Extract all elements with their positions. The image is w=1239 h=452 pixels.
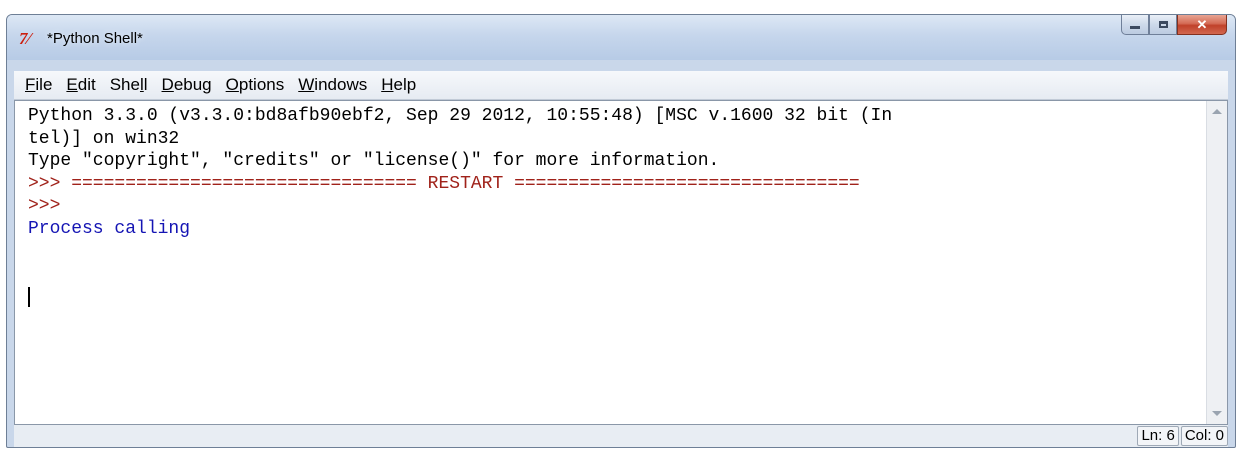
line-indicator: Ln: 6 <box>1137 426 1179 446</box>
menu-debug[interactable]: Debug <box>155 71 219 99</box>
maximize-icon <box>1158 21 1168 28</box>
menu-file[interactable]: File <box>18 71 59 99</box>
banner-line-2: tel)] on win32 <box>28 128 180 149</box>
maximize-button[interactable] <box>1149 15 1177 35</box>
shell-lines: Python 3.3.0 (v3.3.0:bd8afb90ebf2, Sep 2… <box>28 105 1187 307</box>
minimize-icon <box>1130 26 1140 29</box>
cursor-line <box>28 240 1187 307</box>
text-cursor <box>28 287 30 307</box>
window-controls: ✕ <box>1121 15 1227 37</box>
column-indicator: Col: 0 <box>1180 426 1228 446</box>
menu-bar: File Edit She l l Debug Options Windows He… <box>14 71 1228 100</box>
vertical-scrollbar[interactable] <box>1206 101 1227 424</box>
scroll-up-icon <box>1211 109 1222 114</box>
idle-icon: 7⁄ <box>19 29 31 48</box>
scroll-down-button[interactable] <box>1208 405 1225 422</box>
shell-text-area[interactable]: Python 3.3.0 (v3.3.0:bd8afb90ebf2, Sep 2… <box>14 100 1228 425</box>
menu-shell-label-start: She <box>109 75 140 94</box>
prompt-line: >>> <box>28 196 61 216</box>
menu-debug-label: ebug <box>173 75 212 94</box>
close-icon: ✕ <box>1196 16 1208 32</box>
scroll-up-button[interactable] <box>1208 103 1225 120</box>
menu-options[interactable]: Options <box>219 71 292 99</box>
menu-edit[interactable]: Edit <box>59 71 102 99</box>
menu-file-label: ile <box>35 75 53 94</box>
banner-line-3: Type "copyright", "credits" or "license(… <box>28 151 720 171</box>
scroll-down-icon <box>1211 411 1222 416</box>
menu-options-hotkey: O <box>225 75 239 94</box>
menu-help[interactable]: Help <box>374 71 423 99</box>
restart-line: >>> ================================ RES… <box>28 173 860 194</box>
banner-line-1: Python 3.3.0 (v3.3.0:bd8afb90ebf2, Sep 2… <box>28 106 893 126</box>
menu-windows-label: indows <box>314 75 368 94</box>
menu-file-hotkey: F <box>25 75 36 94</box>
menu-shell-label-end: l <box>143 75 148 94</box>
close-button[interactable]: ✕ <box>1177 15 1227 35</box>
minimize-button[interactable] <box>1121 15 1149 35</box>
menu-debug-hotkey: D <box>161 75 174 94</box>
menu-options-label: ptions <box>238 75 285 94</box>
menu-edit-hotkey: E <box>66 75 78 94</box>
window-title: *Python Shell* <box>47 30 143 47</box>
menu-help-hotkey: H <box>381 75 394 94</box>
menu-shell[interactable]: She l l <box>103 71 155 99</box>
menu-edit-label: dit <box>77 75 96 94</box>
menu-windows[interactable]: Windows <box>291 71 374 99</box>
status-bar: Ln: 6 Col: 0 <box>14 425 1228 447</box>
python-shell-window: 7⁄ *Python Shell* ✕ File Edit She l l Debu… <box>6 14 1236 448</box>
output-line: Process calling <box>28 218 191 239</box>
menu-windows-hotkey: W <box>298 75 315 94</box>
menu-help-label: elp <box>393 75 417 94</box>
title-bar[interactable]: 7⁄ *Python Shell* ✕ <box>7 15 1235 60</box>
